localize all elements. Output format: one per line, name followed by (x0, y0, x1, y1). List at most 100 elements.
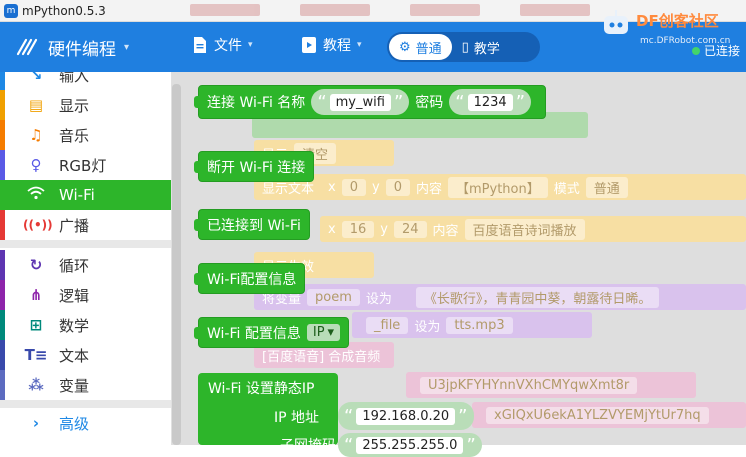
ghost-slot: 16 (341, 220, 375, 238)
password-value[interactable]: 1234 (467, 93, 513, 111)
file-menu-label: 文件 (214, 38, 242, 54)
config-field-dropdown[interactable]: IP ▾ (306, 324, 341, 341)
sidebar-item-wifi[interactable]: Wi-Fi (0, 180, 171, 210)
hardware-mode-selector[interactable]: 硬件编程 ▾ (14, 34, 129, 60)
broadcast-icon: ((•)) (23, 218, 53, 232)
file-icon (194, 37, 206, 53)
sidebar-item-math[interactable]: ⊞ 数学 (0, 310, 171, 340)
sidebar-item-label: 文本 (59, 346, 90, 365)
ghost-show-text-2: x 16 y 24 内容 百度语音诗词播放 (320, 216, 746, 242)
category-color-bar (0, 72, 5, 90)
brand-name[interactable]: DF创客社区 (636, 10, 719, 31)
ssid-string-slot[interactable]: “ my_wifi ” (311, 89, 410, 115)
sidebar-item-label: 输入 (59, 72, 90, 85)
category-color-bar (0, 340, 5, 370)
ghost-slot: 24 (393, 220, 427, 238)
ghost-slot: U3jpKFYHYnnVXhCMYqwXmt8r (420, 376, 638, 394)
quote-close-icon: ” (515, 91, 526, 113)
chevron-right-icon: › (32, 414, 40, 432)
ip-string-slot[interactable]: “ 192.168.0.20 ” (338, 402, 474, 430)
category-color-bar (0, 180, 5, 210)
category-color-bar (0, 280, 5, 310)
block-label: Wi-Fi 设置静态IP (208, 381, 315, 397)
ghost-slot: tts.mp3 (446, 316, 513, 334)
variable-icon: ⁂ (28, 376, 44, 394)
block-wifi-connect[interactable]: 连接 Wi-Fi 名称 “ my_wifi ” 密码 “ 1234 ” (193, 85, 547, 119)
sidebar-item-label: 变量 (59, 376, 90, 395)
tutorial-icon (302, 37, 316, 53)
ghost-label: [百度语音] 合成音频 (262, 349, 381, 365)
tutorial-menu[interactable]: 教程 ▾ (301, 35, 362, 55)
category-color-bar (0, 408, 5, 438)
sidebar-item-logic[interactable]: ⋔ 逻辑 (0, 280, 171, 310)
block-label: 断开 Wi-Fi 连接 (207, 159, 306, 176)
blurred-tabs (190, 4, 590, 16)
block-wifi-disconnect[interactable]: 断开 Wi-Fi 连接 (193, 151, 315, 182)
input-icon: ↘ (29, 72, 43, 84)
sidebar-item-variable[interactable]: ⁂ 变量 (0, 370, 171, 400)
block-label: Wi-Fi配置信息 (207, 271, 297, 288)
mode-label: 硬件编程 (48, 39, 116, 60)
teach-mode-button[interactable]: ▯ 教学 (452, 34, 510, 60)
chevron-down-icon: ▾ (124, 41, 130, 53)
music-icon: ♫ (29, 126, 43, 144)
sidebar-item-loop[interactable]: ↻ 循环 (0, 250, 171, 280)
quote-open-icon: “ (344, 405, 354, 427)
sidebar-item-text[interactable]: T≡ 文本 (0, 340, 171, 370)
loop-icon: ↻ (29, 256, 43, 274)
bulb-icon: ♀ (30, 156, 42, 174)
connection-status-label: 已连接 (704, 44, 741, 58)
category-color-bar (0, 370, 5, 400)
sidebar-item-rgb[interactable]: ♀ RGB灯 (0, 150, 171, 180)
block-wifi-static-ip[interactable]: Wi-Fi 设置静态IP IP 地址 子网掩码 (198, 373, 338, 454)
chevron-down-icon: ▾ (248, 40, 253, 50)
tutorial-menu-label: 教程 (323, 38, 351, 54)
sidebar-item-advanced[interactable]: › 高级 (0, 408, 171, 438)
ghost-slot: 普通 (585, 176, 628, 198)
brand-area: DF创客社区 mc.DFRobot.com.cn 已连接 (596, 2, 746, 72)
block-wifi-config[interactable]: Wi-Fi配置信息 (193, 263, 306, 294)
sidebar-item-music[interactable]: ♫ 音乐 (0, 120, 171, 150)
block-category-sidebar: ↘ 输入 ▤ 显示 ♫ 音乐 ♀ RGB灯 Wi-Fi ((•)) 广播 ↻ 循… (0, 72, 172, 445)
chevron-down-icon: ▾ (357, 40, 362, 50)
window-title: mPython0.5.3 (22, 3, 106, 18)
workspace-scrollbar[interactable] (172, 84, 181, 445)
quote-close-icon: ” (466, 434, 476, 456)
ghost-slot: 百度语音诗词播放 (464, 218, 585, 240)
math-icon: ⊞ (29, 316, 43, 334)
ghost-slot: 《长歌行》，青青园中葵，朝露待日晞。 (415, 286, 660, 308)
sidebar-item-display[interactable]: ▤ 显示 (0, 90, 171, 120)
ghost-label: 设为 (365, 291, 392, 307)
category-color-bar (0, 210, 5, 240)
mask-string-slot[interactable]: “ 255.255.255.0 ” (338, 433, 482, 457)
display-icon: ▤ (28, 96, 44, 114)
quote-close-icon: ” (393, 91, 404, 113)
app-logo-icon: m (4, 3, 18, 18)
sidebar-item-label: Wi-Fi (59, 186, 95, 204)
sidebar-item-input[interactable]: ↘ 输入 (0, 72, 171, 90)
mask-value[interactable]: 255.255.255.0 (356, 436, 464, 454)
robot-logo-icon (604, 10, 628, 34)
quote-open-icon: “ (344, 434, 354, 456)
block-wifi-connected[interactable]: 已连接到 Wi-Fi (194, 209, 310, 240)
ghost-slot: _file (366, 316, 409, 334)
ssid-value[interactable]: my_wifi (329, 93, 391, 111)
normal-mode-label: 普通 (415, 41, 442, 57)
ghost-slot: 【mPython】 (448, 176, 548, 198)
sidebar-item-label: 循环 (59, 256, 90, 275)
ghost-label: 设为 (414, 319, 441, 335)
ghost-label: 内容 (432, 223, 459, 239)
file-menu[interactable]: 文件 ▾ (192, 35, 253, 55)
block-wifi-config-field[interactable]: Wi-Fi 配置信息 IP ▾ (193, 317, 350, 348)
password-string-slot[interactable]: “ 1234 ” (449, 89, 532, 115)
category-color-bar (0, 310, 5, 340)
ip-value[interactable]: 192.168.0.20 (356, 407, 456, 425)
ghost-slot: xGIQxU6ekA1YLZVYEMjYtUr7hq (486, 406, 709, 424)
ghost-set-poem: 将变量 poem 设为 《长歌行》，青青园中葵，朝露待日晞。 (254, 284, 746, 310)
normal-mode-button[interactable]: ⚙ 普通 (389, 34, 452, 60)
sidebar-item-broadcast[interactable]: ((•)) 广播 (0, 210, 171, 240)
ghost-secret-key: xGIQxU6ekA1YLZVYEMjYtUr7hq (472, 402, 746, 428)
ghost-label: x (328, 221, 336, 237)
category-divider (0, 400, 171, 408)
category-color-bar (0, 120, 5, 150)
